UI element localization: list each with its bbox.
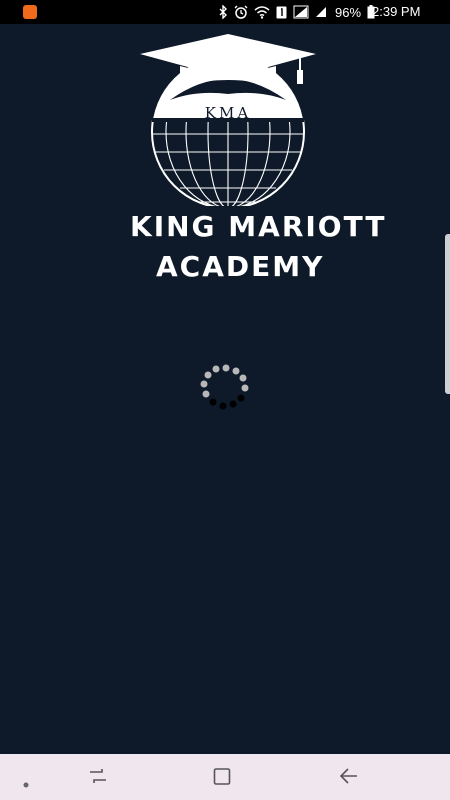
edge-panel-handle[interactable] xyxy=(445,234,450,394)
navigation-bar xyxy=(0,754,450,800)
bluetooth-icon xyxy=(218,5,228,19)
wifi-icon xyxy=(254,5,270,19)
app-notification-icon xyxy=(23,5,37,19)
recents-icon xyxy=(90,769,106,783)
splash-screen: KMA KING MARIOTT ACADEMY xyxy=(0,24,450,754)
app-title-line-1: KING MARIOTT xyxy=(130,210,387,243)
nav-dot-icon[interactable] xyxy=(22,774,30,793)
app-title-line-2: ACADEMY xyxy=(156,250,325,283)
back-button[interactable] xyxy=(338,766,360,790)
kma-logo: KMA xyxy=(140,34,316,206)
home-icon xyxy=(213,768,231,785)
clock: 2:39 PM xyxy=(372,4,421,19)
logo-text: KMA xyxy=(205,104,251,122)
loading-spinner-icon xyxy=(200,364,249,410)
home-button[interactable] xyxy=(212,766,232,790)
alarm-icon xyxy=(234,5,248,19)
signal-icon xyxy=(293,5,309,19)
battery-percent: 96% xyxy=(335,4,362,20)
status-bar: 96% 2:39 PM xyxy=(0,0,450,24)
back-arrow-icon xyxy=(339,768,357,784)
status-icons: 96% xyxy=(218,4,375,20)
signal-icon-2 xyxy=(315,6,327,18)
sim-1-icon xyxy=(276,6,287,19)
recents-button[interactable] xyxy=(88,766,108,790)
